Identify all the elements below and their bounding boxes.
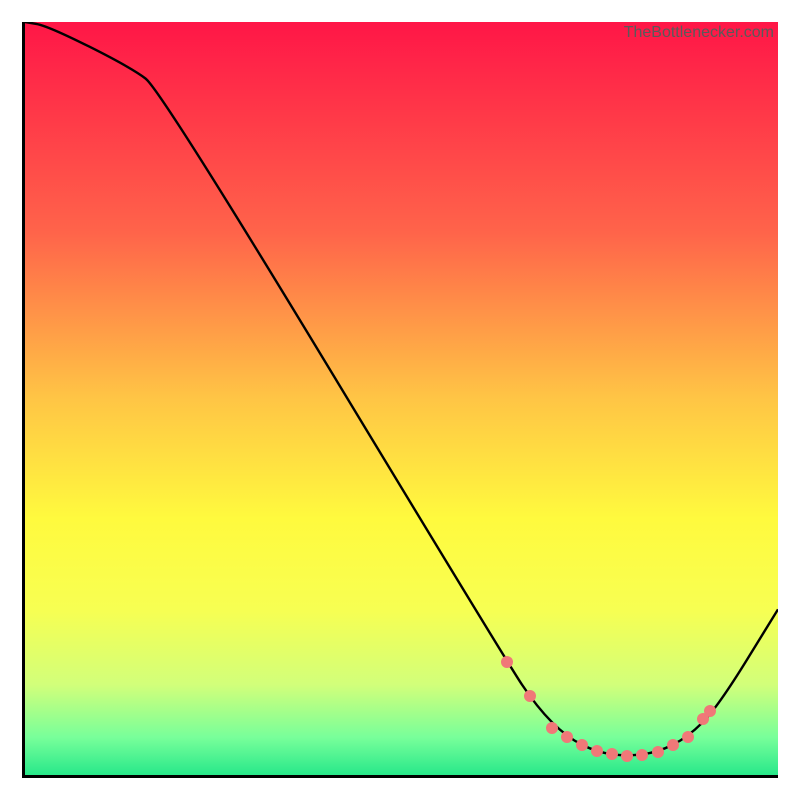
data-point bbox=[576, 739, 588, 751]
data-point bbox=[606, 748, 618, 760]
data-points-layer bbox=[25, 22, 778, 775]
chart-container: TheBottlenecker.com bbox=[0, 0, 800, 800]
data-point bbox=[652, 746, 664, 758]
data-point bbox=[524, 690, 536, 702]
data-point bbox=[621, 750, 633, 762]
data-point bbox=[667, 739, 679, 751]
plot-area: TheBottlenecker.com bbox=[22, 22, 778, 778]
data-point bbox=[682, 731, 694, 743]
watermark-text: TheBottlenecker.com bbox=[624, 24, 774, 42]
data-point bbox=[501, 656, 513, 668]
data-point bbox=[591, 745, 603, 757]
data-point bbox=[546, 722, 558, 734]
data-point bbox=[636, 749, 648, 761]
data-point bbox=[561, 731, 573, 743]
data-point bbox=[704, 705, 716, 717]
